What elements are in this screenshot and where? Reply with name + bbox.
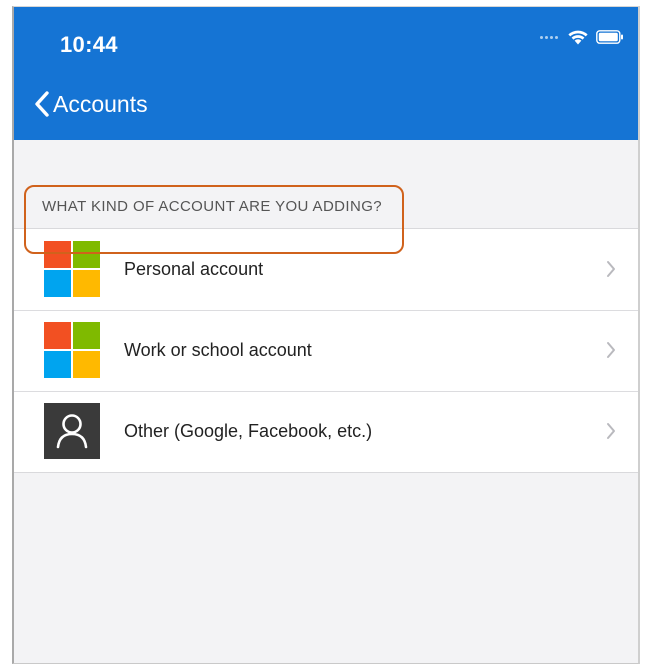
account-label: Work or school account xyxy=(124,340,312,360)
chevron-left-icon xyxy=(35,91,49,117)
list-item-personal-account[interactable]: Personal account xyxy=(14,229,638,310)
wifi-icon xyxy=(568,30,588,45)
account-type-list: Personal account Work or school account xyxy=(14,228,638,473)
status-time: 10:44 xyxy=(60,32,118,57)
content-area: WHAT KIND OF ACCOUNT ARE YOU ADDING? Per… xyxy=(14,140,638,663)
navigation-bar: 10:44 Accounts xyxy=(14,7,638,140)
person-icon xyxy=(44,403,100,459)
status-icons xyxy=(540,29,624,45)
battery-icon xyxy=(596,30,623,44)
list-item-work-or-school-account[interactable]: Work or school account xyxy=(14,310,638,391)
back-label: Accounts xyxy=(53,90,148,117)
signal-dots-icon xyxy=(540,35,558,39)
chevron-right-icon xyxy=(607,423,615,439)
account-label: Other (Google, Facebook, etc.) xyxy=(124,421,373,441)
microsoft-logo-icon xyxy=(44,241,100,297)
account-label: Personal account xyxy=(124,259,264,279)
phone-screen: 10:44 Accounts WHAT KIND OF ACCOUNT ARE … xyxy=(12,6,640,664)
chevron-right-icon xyxy=(607,342,615,358)
back-button[interactable]: Accounts xyxy=(34,90,148,118)
list-item-other-account[interactable]: Other (Google, Facebook, etc.) xyxy=(14,391,638,472)
chevron-right-icon xyxy=(607,261,615,277)
microsoft-logo-icon xyxy=(44,322,100,378)
section-header: WHAT KIND OF ACCOUNT ARE YOU ADDING? xyxy=(42,198,383,215)
